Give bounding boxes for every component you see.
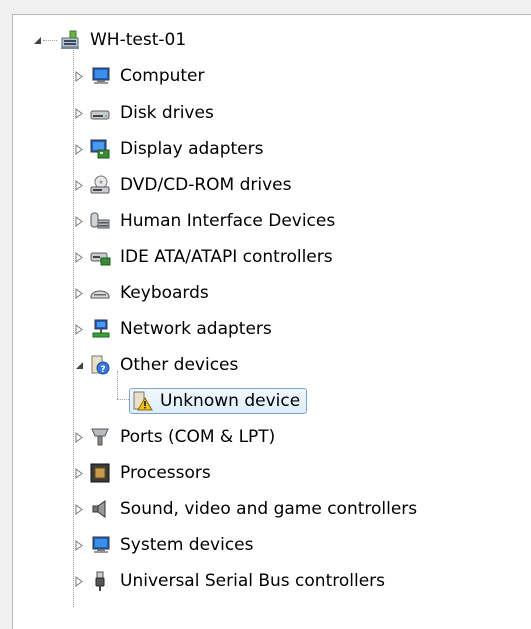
expand-arrow-icon[interactable] <box>73 287 85 299</box>
tree-item-human-interface-devices[interactable]: Human Interface Devices <box>75 206 338 236</box>
tree-item-label: IDE ATA/ATAPI controllers <box>120 247 333 267</box>
usb-icon <box>89 570 111 592</box>
tree-item-label: Disk drives <box>120 103 214 123</box>
tree-item-label: Computer <box>120 66 205 86</box>
tree-item-keyboards[interactable]: Keyboards <box>75 278 212 308</box>
tree-item-label: Ports (COM & LPT) <box>120 427 276 447</box>
expand-arrow-icon[interactable] <box>73 179 85 191</box>
device-tree: WH-test-01 Computer Disk drives Display … <box>13 15 531 629</box>
tree-item-disk-drives[interactable]: Disk drives <box>75 98 217 128</box>
display-adapter-icon <box>89 138 111 160</box>
expand-arrow-icon[interactable] <box>73 575 85 587</box>
tree-item-other-devices[interactable]: ? Other devices <box>75 350 241 380</box>
device-tree-panel: WH-test-01 Computer Disk drives Display … <box>12 14 531 629</box>
ide-controller-icon <box>89 246 111 268</box>
other-devices-icon: ? <box>89 354 111 376</box>
tree-item-dvd-cd-rom-drives[interactable]: DVD/CD-ROM drives <box>75 170 294 200</box>
network-adapter-icon <box>89 318 111 340</box>
collapse-arrow-icon[interactable] <box>31 34 43 46</box>
expand-arrow-icon[interactable] <box>73 503 85 515</box>
tree-item-label: Human Interface Devices <box>120 211 336 231</box>
speaker-icon <box>89 498 111 520</box>
expand-arrow-icon[interactable] <box>73 70 85 82</box>
hid-icon <box>89 210 111 232</box>
tree-item-label: Sound, video and game controllers <box>120 499 418 519</box>
system-devices-icon <box>89 534 111 556</box>
tree-item-label: Other devices <box>120 355 239 375</box>
svg-text:?: ? <box>100 365 105 375</box>
tree-item-ide-ata-atapi-controllers[interactable]: IDE ATA/ATAPI controllers <box>75 242 336 272</box>
tree-item-ports-com-lpt[interactable]: Ports (COM & LPT) <box>75 422 278 452</box>
expand-arrow-icon[interactable] <box>73 143 85 155</box>
tree-item-label: Display adapters <box>120 139 264 159</box>
expand-arrow-icon[interactable] <box>73 107 85 119</box>
expand-arrow-icon[interactable] <box>73 251 85 263</box>
port-icon <box>89 426 111 448</box>
disk-drive-icon <box>89 102 111 124</box>
tree-root[interactable]: WH-test-01 <box>31 25 189 55</box>
tree-item-label: DVD/CD-ROM drives <box>120 175 292 195</box>
tree-item-display-adapters[interactable]: Display adapters <box>75 134 266 164</box>
tree-item-computer[interactable]: Computer <box>75 61 208 91</box>
tree-item-usb-controllers[interactable]: Universal Serial Bus controllers <box>75 566 388 596</box>
tree-item-label: System devices <box>120 535 254 555</box>
tree-item-label: Network adapters <box>120 319 272 339</box>
expand-arrow-icon[interactable] <box>73 323 85 335</box>
computer-root-icon <box>59 29 81 51</box>
expand-arrow-icon[interactable] <box>73 539 85 551</box>
tree-item-unknown-device[interactable]: Unknown device <box>129 386 308 416</box>
tree-item-sound-video-game-controllers[interactable]: Sound, video and game controllers <box>75 494 420 524</box>
expand-arrow-icon[interactable] <box>73 215 85 227</box>
unknown-device-warning-icon <box>131 390 153 412</box>
selection-highlight[interactable]: Unknown device <box>129 388 308 414</box>
tree-item-label: Unknown device <box>160 391 301 411</box>
tree-item-network-adapters[interactable]: Network adapters <box>75 314 275 344</box>
tree-item-label: Keyboards <box>120 283 209 303</box>
tree-item-label: Universal Serial Bus controllers <box>120 571 386 591</box>
tree-root-label: WH-test-01 <box>90 30 187 50</box>
tree-item-system-devices[interactable]: System devices <box>75 530 257 560</box>
computer-icon <box>89 65 111 87</box>
processor-icon <box>89 462 111 484</box>
keyboard-icon <box>89 282 111 304</box>
collapse-arrow-icon[interactable] <box>73 359 85 371</box>
dvd-drive-icon <box>89 174 111 196</box>
expand-arrow-icon[interactable] <box>73 431 85 443</box>
expand-arrow-icon[interactable] <box>73 467 85 479</box>
tree-item-processors[interactable]: Processors <box>75 458 214 488</box>
tree-item-label: Processors <box>120 463 211 483</box>
tree-guide-child <box>117 399 129 400</box>
